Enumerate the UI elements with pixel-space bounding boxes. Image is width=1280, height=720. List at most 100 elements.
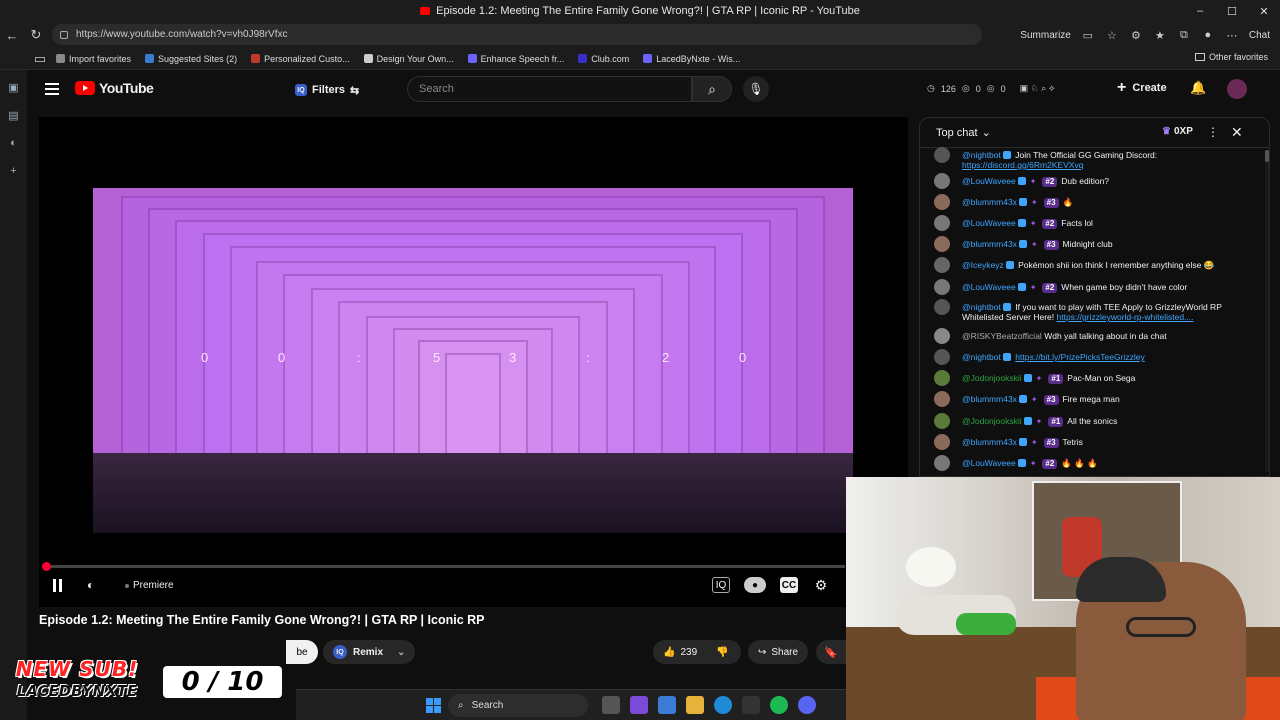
chat-link[interactable]: https://bit.ly/PrizePicksTeeGrizzley <box>1015 352 1144 362</box>
chat-avatar[interactable] <box>934 328 950 344</box>
search-button[interactable]: ⌕ <box>692 76 732 102</box>
favorite-star-icon[interactable]: ☆ <box>1105 28 1119 42</box>
chat-username[interactable]: @blummm43x <box>962 437 1017 447</box>
chat-message[interactable]: @blummm43x ✦ #3 Midnight club <box>934 236 1254 252</box>
youtube-logo[interactable]: YouTube <box>75 80 154 96</box>
bookmark-item[interactable]: LacedByNxte - Wis... <box>643 54 740 64</box>
chat-close-icon[interactable]: ✕ <box>1231 124 1243 141</box>
bookmark-item[interactable]: Club.com <box>578 54 629 64</box>
chat-avatar[interactable] <box>934 413 950 429</box>
store-icon[interactable] <box>742 696 760 714</box>
save-button[interactable]: 🔖 <box>816 640 846 664</box>
copilot-chat-button[interactable]: Chat <box>1249 30 1270 41</box>
chat-avatar[interactable] <box>934 391 950 407</box>
back-icon[interactable]: ← <box>0 23 24 47</box>
chat-username[interactable]: @LouWaveee <box>962 458 1016 468</box>
progress-bar[interactable] <box>42 562 845 571</box>
favorites-icon[interactable]: ★ <box>1153 28 1167 42</box>
chat-username[interactable]: @nightbot <box>962 302 1001 312</box>
autoplay-toggle-icon[interactable]: ● <box>744 577 766 593</box>
chat-avatar[interactable] <box>934 434 950 450</box>
subscribe-button[interactable]: be <box>286 640 318 664</box>
bookmark-item[interactable]: Personalized Custo... <box>251 54 350 64</box>
chat-username[interactable]: @LouWaveee <box>962 282 1016 292</box>
video-player[interactable]: 0 0: 5 3: 2 0 <box>39 117 908 607</box>
dislike-icon[interactable]: 👎 <box>716 647 728 658</box>
chat-message[interactable]: @nightbot If you want to play with TEE A… <box>934 299 1254 322</box>
spotify-icon[interactable] <box>770 696 788 714</box>
sidebar-add-icon[interactable]: + <box>7 164 21 178</box>
chat-avatar[interactable] <box>934 299 950 315</box>
chat-message[interactable]: @LouWaveee ✦ #2 Dub edition? <box>934 173 1254 189</box>
xp-badge[interactable]: ♛ 0XP <box>1162 126 1193 137</box>
chat-username[interactable]: @LouWaveee <box>962 176 1016 186</box>
chat-message[interactable]: @nightbot https://bit.ly/PrizePicksTeeGr… <box>934 349 1254 365</box>
create-button[interactable]: + Create <box>1117 79 1167 97</box>
like-button[interactable]: 👍 239 👎 <box>653 640 741 664</box>
bookmark-item[interactable]: Enhance Speech fr... <box>467 54 564 64</box>
chat-username[interactable]: @RISKYBeatzofficial <box>962 331 1042 341</box>
ext-icons[interactable]: ▣ ♘ ⌕ ⟡ <box>1020 83 1055 94</box>
summarize-button[interactable]: Summarize <box>1020 30 1071 41</box>
notifications-bell-icon[interactable]: 🔔 <box>1190 80 1206 96</box>
chat-username[interactable]: @Jodonjookskii <box>962 416 1022 426</box>
chat-message[interactable]: @blummm43x ✦ #3 Tetris <box>934 434 1254 450</box>
edge-icon[interactable] <box>714 696 732 714</box>
chat-message[interactable]: @blummm43x ✦ #3 Fire mega man <box>934 391 1254 407</box>
chat-username[interactable]: @blummm43x <box>962 394 1017 404</box>
other-favorites[interactable]: Other favorites <box>1194 52 1268 62</box>
scrubber-handle[interactable] <box>42 562 51 571</box>
settings-gear-icon[interactable]: ⚙ <box>812 577 830 593</box>
extensions-icon[interactable]: ⚙ <box>1129 28 1143 42</box>
taskbar-search[interactable]: ⌕ Search <box>448 694 588 717</box>
more-icon[interactable]: ⋯ <box>1225 28 1239 42</box>
app-icon-2[interactable] <box>658 696 676 714</box>
chat-username[interactable]: @Iceykeyz <box>962 260 1004 270</box>
maximize-button[interactable]: ☐ <box>1216 0 1248 22</box>
chat-username[interactable]: @nightbot <box>962 352 1001 362</box>
chat-link[interactable]: https://discord.gg/6Rm2KEVXvq <box>962 160 1083 170</box>
minimize-button[interactable]: – <box>1184 0 1216 22</box>
chat-avatar[interactable] <box>934 257 950 273</box>
chat-avatar[interactable] <box>934 370 950 386</box>
chat-username[interactable]: @blummm43x <box>962 197 1017 207</box>
app-icon-1[interactable] <box>630 696 648 714</box>
tab-actions-icon[interactable]: ▭ <box>28 47 52 71</box>
chat-message[interactable]: @RISKYBeatzofficial Wdh yall talking abo… <box>934 328 1254 344</box>
task-view-icon[interactable] <box>602 696 620 714</box>
chat-avatar[interactable] <box>934 147 950 163</box>
chat-message[interactable]: @LouWaveee ✦ #2 When game boy didn't have c… <box>934 279 1254 295</box>
file-explorer-icon[interactable] <box>686 696 704 714</box>
split-screen-icon[interactable]: ▭ <box>1081 28 1095 42</box>
refresh-icon[interactable]: ↻ <box>24 23 48 47</box>
chat-username[interactable]: @Jodonjookskii <box>962 373 1022 383</box>
chat-avatar[interactable] <box>934 279 950 295</box>
sidebar-audio-icon[interactable]: ◐ <box>7 136 21 150</box>
chat-message[interactable]: @LouWaveee ✦ #2 Facts lol <box>934 215 1254 231</box>
menu-icon[interactable] <box>45 83 59 95</box>
sidebar-extension-icon[interactable]: ▣ <box>7 80 21 94</box>
chat-avatar[interactable] <box>934 215 950 231</box>
chat-message[interactable]: @Jodonjookskii ✦ #1 Pac-Man on Sega <box>934 370 1254 386</box>
chat-scrollbar[interactable] <box>1265 150 1269 472</box>
iq-player-icon[interactable]: IQ <box>712 577 730 593</box>
search-input[interactable]: Search <box>407 76 692 102</box>
chat-message[interactable]: @LouWaveee ✦ #2 🔥 🔥 🔥 <box>934 455 1254 471</box>
chat-avatar[interactable] <box>934 349 950 365</box>
chat-message[interactable]: @nightbot Join The Official GG Gaming Di… <box>934 147 1254 170</box>
windows-start-icon[interactable] <box>426 698 441 713</box>
bookmark-item[interactable]: Import favorites <box>56 54 131 64</box>
chat-avatar[interactable] <box>934 455 950 471</box>
chat-message[interactable]: @Iceykeyz Pokémon shii ion think I remem… <box>934 257 1254 273</box>
chat-avatar[interactable] <box>934 236 950 252</box>
chat-message[interactable]: @blummm43x ✦ #3 🔥 <box>934 194 1254 210</box>
close-window-button[interactable]: ✕ <box>1248 0 1280 22</box>
filters-button[interactable]: IQ Filters ⇆ <box>287 79 367 101</box>
discord-icon[interactable] <box>798 696 816 714</box>
share-button[interactable]: ↪ Share <box>748 640 808 664</box>
sidebar-tabs-icon[interactable]: ▤ <box>7 108 21 122</box>
chat-link[interactable]: https://grizzleyworld-rp-whitelisted.... <box>1057 312 1194 322</box>
chat-message[interactable]: @Jodonjookskii ✦ #1 All the sonics <box>934 413 1254 429</box>
chat-avatar[interactable] <box>934 194 950 210</box>
voice-search-button[interactable]: 🎙 <box>743 76 769 102</box>
